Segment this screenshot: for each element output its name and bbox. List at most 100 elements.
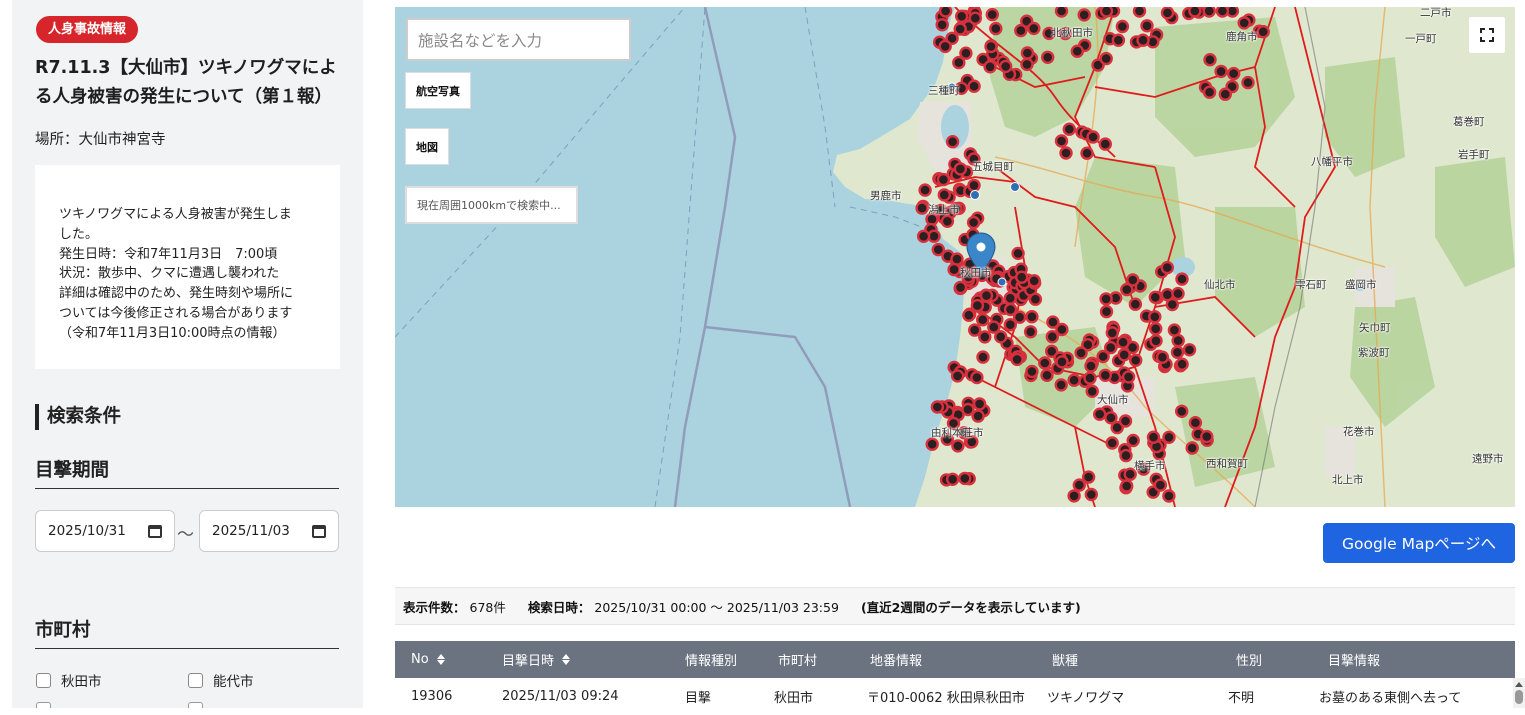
sighting-marker[interactable] xyxy=(918,183,932,197)
sighting-marker[interactable] xyxy=(1218,87,1232,101)
map-mode-button[interactable]: 地図 xyxy=(405,128,449,165)
sighting-marker[interactable] xyxy=(1117,348,1131,362)
sighting-marker[interactable] xyxy=(925,437,939,451)
sighting-marker[interactable] xyxy=(1084,359,1098,373)
sighting-marker[interactable] xyxy=(1182,343,1197,357)
sighting-marker[interactable] xyxy=(1003,302,1018,317)
sighting-marker[interactable] xyxy=(968,323,982,337)
sighting-marker[interactable] xyxy=(1148,290,1162,304)
sighting-marker[interactable] xyxy=(953,162,968,176)
sighting-marker[interactable] xyxy=(930,400,945,414)
sighting-marker[interactable] xyxy=(1140,19,1154,33)
checkbox[interactable] xyxy=(188,672,203,688)
sighting-marker[interactable] xyxy=(971,409,985,423)
column-datetime[interactable]: 目撃日時 xyxy=(502,641,571,678)
sighting-marker[interactable] xyxy=(1003,318,1017,332)
sighting-marker[interactable] xyxy=(1054,378,1068,392)
scroll-thumb[interactable] xyxy=(1515,690,1523,704)
sighting-marker[interactable] xyxy=(1054,7,1069,18)
sighting-marker[interactable] xyxy=(1054,134,1069,148)
sighting-marker[interactable] xyxy=(1055,355,1069,369)
date-to-input[interactable]: 2025/11/03 xyxy=(199,510,339,552)
sighting-marker[interactable] xyxy=(915,201,929,215)
sighting-marker[interactable] xyxy=(1149,322,1163,336)
sighting-marker[interactable] xyxy=(1148,310,1162,324)
sighting-marker[interactable] xyxy=(987,320,1001,334)
sighting-marker[interactable] xyxy=(1011,246,1025,261)
sighting-marker[interactable] xyxy=(1175,272,1189,286)
sighting-marker[interactable] xyxy=(1202,85,1217,99)
sighting-marker[interactable] xyxy=(1027,274,1041,288)
aerial-photo-button[interactable]: 航空写真 xyxy=(405,72,471,109)
sighting-marker[interactable] xyxy=(1104,340,1118,355)
sighting-marker[interactable] xyxy=(1072,478,1086,492)
sighting-marker[interactable] xyxy=(1105,326,1119,340)
sighting-marker[interactable] xyxy=(962,308,976,322)
sighting-marker[interactable] xyxy=(976,350,990,364)
sighting-marker[interactable] xyxy=(1153,478,1168,492)
table-row[interactable]: 19306 2025/11/03 09:24 目撃 秋田市 〒010-0062 … xyxy=(395,678,1515,715)
sighting-marker[interactable] xyxy=(1126,273,1140,287)
sighting-marker[interactable] xyxy=(1171,286,1185,301)
sighting-marker[interactable] xyxy=(1119,448,1133,463)
sighting-marker[interactable] xyxy=(1256,25,1270,39)
sighting-marker[interactable] xyxy=(1025,364,1039,379)
sighting-marker[interactable] xyxy=(936,172,951,187)
sighting-marker[interactable] xyxy=(1188,7,1202,18)
sighting-marker[interactable] xyxy=(955,9,969,24)
incident-title[interactable]: R7.11.3【大仙市】ツキノワグマによる人身被害の発生について（第１報） xyxy=(35,54,345,112)
sighting-marker[interactable] xyxy=(1170,345,1185,359)
sighting-marker[interactable] xyxy=(967,178,981,193)
sighting-marker[interactable] xyxy=(1046,315,1060,329)
sighting-marker[interactable] xyxy=(989,21,1003,36)
sighting-marker[interactable] xyxy=(1020,46,1035,60)
sighting-marker[interactable] xyxy=(1126,433,1140,448)
sighting-marker[interactable] xyxy=(931,242,945,257)
sighting-marker[interactable] xyxy=(1081,470,1096,484)
sighting-marker[interactable] xyxy=(1028,292,1043,306)
sighting-marker[interactable] xyxy=(1027,21,1041,36)
sighting-marker[interactable] xyxy=(1237,16,1251,30)
sighting-marker[interactable] xyxy=(1083,371,1097,385)
sighting-marker[interactable] xyxy=(972,397,987,411)
checkbox[interactable] xyxy=(188,702,203,708)
sighting-marker[interactable] xyxy=(1038,356,1052,370)
sighting-marker[interactable] xyxy=(1040,368,1054,382)
sighting-marker[interactable] xyxy=(1115,19,1130,34)
sighting-marker[interactable] xyxy=(1062,122,1076,136)
sighting-marker[interactable] xyxy=(1146,430,1161,444)
sighting-marker[interactable] xyxy=(984,39,998,54)
sighting-marker[interactable] xyxy=(1020,57,1034,72)
sighting-marker[interactable] xyxy=(1074,346,1088,360)
sighting-marker[interactable] xyxy=(937,188,951,202)
sighting-marker[interactable] xyxy=(947,262,961,277)
sighting-marker[interactable] xyxy=(1215,7,1230,18)
sighting-marker[interactable] xyxy=(1129,353,1143,367)
sighting-marker[interactable] xyxy=(1241,75,1255,90)
sighting-marker[interactable] xyxy=(1045,330,1059,344)
sighting-marker[interactable] xyxy=(1188,416,1203,430)
sighting-marker[interactable] xyxy=(938,39,952,54)
scroll-up-icon[interactable] xyxy=(1515,682,1523,687)
sighting-marker[interactable] xyxy=(1015,270,1029,284)
sighting-marker[interactable] xyxy=(979,288,994,303)
sighting-marker[interactable] xyxy=(916,229,931,244)
sighting-marker[interactable] xyxy=(1025,310,1039,324)
sighting-marker[interactable] xyxy=(966,215,981,230)
sighting-marker[interactable] xyxy=(1067,373,1081,387)
sighting-marker[interactable] xyxy=(1132,7,1147,18)
checkbox[interactable] xyxy=(36,702,51,708)
sighting-marker[interactable] xyxy=(1200,429,1214,444)
sighting-marker[interactable] xyxy=(976,313,990,327)
sighting-marker[interactable] xyxy=(1093,407,1107,421)
sighting-marker[interactable] xyxy=(1059,146,1073,160)
sighting-marker[interactable] xyxy=(1067,489,1081,503)
calendar-icon[interactable] xyxy=(148,524,162,538)
sighting-marker[interactable] xyxy=(983,60,997,74)
sighting-marker[interactable] xyxy=(1120,479,1134,493)
date-from-input[interactable]: 2025/10/31 xyxy=(35,510,175,552)
sighting-marker[interactable] xyxy=(1160,7,1175,20)
sighting-marker[interactable] xyxy=(1171,333,1185,348)
sighting-marker[interactable] xyxy=(938,7,953,18)
sighting-marker[interactable] xyxy=(985,7,999,22)
